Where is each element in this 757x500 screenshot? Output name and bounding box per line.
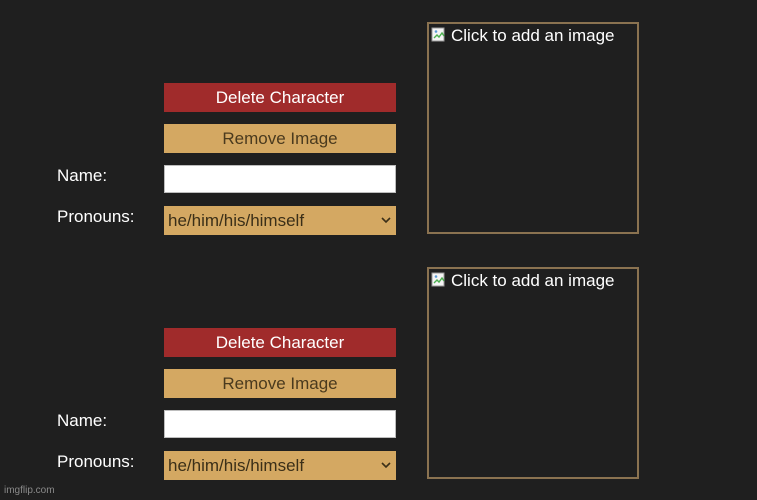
image-alt-text: Click to add an image (451, 26, 615, 45)
remove-image-button[interactable]: Remove Image (164, 124, 396, 153)
pronouns-select[interactable]: he/him/his/himself (164, 206, 396, 235)
broken-image-icon (431, 27, 447, 43)
character-card: Delete Character Remove Image Name: Pron… (0, 245, 757, 490)
watermark: imgflip.com (4, 485, 55, 496)
character-image-placeholder[interactable]: Click to add an image (427, 267, 639, 479)
name-label: Name: (57, 166, 108, 185)
broken-image-icon (431, 272, 447, 288)
name-input[interactable] (164, 165, 396, 193)
pronouns-value: he/him/his/himself (168, 456, 305, 475)
delete-character-button[interactable]: Delete Character (164, 83, 396, 112)
remove-image-button[interactable]: Remove Image (164, 369, 396, 398)
name-label: Name: (57, 411, 108, 430)
pronouns-label: Pronouns: (57, 452, 135, 471)
image-alt-text: Click to add an image (451, 271, 615, 290)
chevron-down-icon (379, 451, 393, 480)
pronouns-value: he/him/his/himself (168, 211, 305, 230)
pronouns-select[interactable]: he/him/his/himself (164, 451, 396, 480)
chevron-down-icon (379, 206, 393, 235)
pronouns-label: Pronouns: (57, 207, 135, 226)
delete-character-button[interactable]: Delete Character (164, 328, 396, 357)
name-input[interactable] (164, 410, 396, 438)
character-card: Delete Character Remove Image Name: Pron… (0, 0, 757, 245)
character-image-placeholder[interactable]: Click to add an image (427, 22, 639, 234)
